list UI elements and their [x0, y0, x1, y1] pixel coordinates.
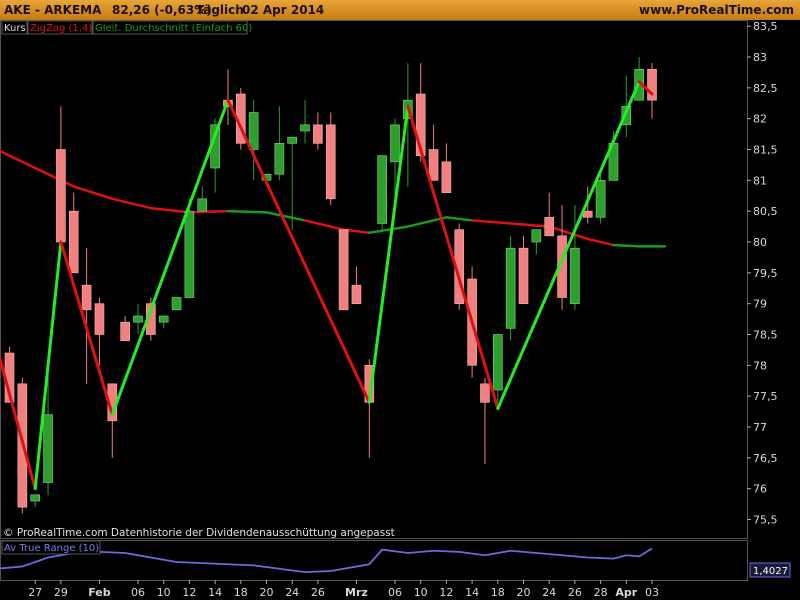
date-tick-label: 26	[568, 586, 582, 599]
moving-average-segment	[188, 209, 230, 214]
legend-ma: Gleit. Durchschnitt (Einfach 60)	[95, 23, 252, 34]
candle-body	[582, 210, 593, 218]
candle-body	[647, 69, 657, 101]
title-bar: AKE - ARKEMA 82,26 (-0,63%) Täglich 02 A…	[0, 0, 800, 21]
atr-last-value: 1,4027	[753, 566, 788, 577]
date-tick-label: 03	[645, 586, 659, 599]
candle-body	[518, 247, 529, 304]
candle-body	[43, 414, 53, 483]
price-tick-label: 81,5	[753, 144, 778, 157]
date-tick-label: 20	[517, 586, 531, 599]
price-tick-label: 80,5	[753, 205, 778, 218]
price-tick-label: 77,5	[753, 390, 778, 403]
chart-legend: Kurs ZigZag (1,4) Gleit. Durchschnitt (E…	[1, 20, 252, 35]
candle-body	[325, 124, 336, 200]
candle-body	[133, 315, 143, 323]
date-tick-label: 14	[465, 586, 479, 599]
price-tick-label: 79	[753, 298, 767, 311]
date-tick-label: 28	[594, 586, 608, 599]
legend-zigzag: ZigZag (1,4)	[30, 23, 92, 34]
chart-window: AKE - ARKEMA 82,26 (-0,63%) Täglich 02 A…	[0, 0, 800, 600]
price-tick-label: 82	[753, 113, 767, 126]
date-tick-label: 06	[388, 586, 402, 599]
price-tick-label: 78,5	[753, 329, 778, 342]
date-tick-label: 12	[439, 586, 453, 599]
date-tick-label: Mrz	[345, 586, 368, 599]
candle-body	[313, 124, 323, 144]
date-label: 02 Apr 2014	[242, 3, 325, 17]
site-label: www.ProRealTime.com	[639, 3, 794, 17]
price-tick-label: 82,5	[753, 82, 778, 95]
date-tick-label: 12	[182, 586, 196, 599]
candle-body	[56, 149, 66, 243]
candle-body	[68, 210, 79, 274]
price-tick-label: 83,5	[753, 20, 778, 33]
candle-body	[480, 383, 490, 403]
date-tick-label: 14	[208, 586, 222, 599]
candle-body	[377, 155, 387, 224]
date-tick-label: 26	[311, 586, 325, 599]
price-tick-label: 80	[753, 236, 767, 249]
atr-value-badge: 1,4027	[749, 562, 791, 578]
price-tick-label: 83	[753, 51, 767, 64]
price-tick-label: 81	[753, 174, 767, 187]
candle-body	[351, 284, 362, 304]
candle-body	[248, 112, 259, 150]
candle-body	[287, 136, 298, 144]
moving-average-segment	[226, 209, 268, 214]
candle-body	[570, 247, 580, 304]
price-tick-label: 79,5	[753, 267, 778, 280]
price-tick-label: 76	[753, 483, 767, 496]
candle-body	[300, 124, 310, 132]
candle-body	[505, 247, 516, 329]
candle-body	[428, 149, 439, 181]
candle-body	[94, 303, 105, 335]
legend-kurs: Kurs	[4, 23, 26, 34]
date-tick-label: 27	[28, 586, 42, 599]
date-tick-label: 29	[54, 586, 68, 599]
candle-body	[390, 124, 400, 163]
date-tick-label: 20	[260, 586, 274, 599]
candle-body	[158, 315, 169, 323]
date-tick-label: Feb	[88, 586, 111, 599]
candle-body	[30, 494, 41, 502]
date-tick-label: 10	[414, 586, 428, 599]
moving-average-segment	[612, 243, 641, 248]
candle-body	[274, 143, 285, 175]
price-tick-label: 75,5	[753, 514, 778, 527]
symbol-label: AKE - ARKEMA	[4, 3, 102, 17]
date-tick-label: Apr	[615, 586, 637, 599]
candle-body	[197, 198, 208, 212]
candle-body	[492, 334, 503, 391]
atr-legend-label: Av True Range (10)	[4, 543, 99, 554]
period-label: Täglich	[196, 3, 244, 17]
price-tick-label: 78	[753, 359, 767, 372]
candle-body	[184, 210, 195, 298]
candle-body	[120, 321, 130, 341]
candle-body	[338, 229, 349, 311]
atr-legend: Av True Range (10)	[1, 540, 101, 555]
candle-body	[171, 297, 182, 311]
candle-body	[441, 161, 452, 193]
candle-body	[531, 229, 542, 243]
candle-body	[81, 284, 92, 311]
price-tick-label: 77	[753, 421, 767, 434]
price-chart[interactable]: 75,5 76 76,5 77 77,5 78 78,5 79 79,5 80 80,5 81 81,5…	[0, 20, 800, 600]
date-tick-label: 24	[285, 586, 299, 599]
date-tick-label: 06	[131, 586, 145, 599]
candle-body	[595, 180, 606, 218]
date-tick-label: 10	[157, 586, 171, 599]
candle-body	[544, 217, 555, 237]
date-tick-label: 18	[234, 586, 248, 599]
price-tick-label: 76,5	[753, 452, 778, 465]
date-tick-label: 24	[542, 586, 556, 599]
footer-note: © ProRealTime.com Datenhistorie der Divi…	[3, 527, 395, 539]
date-tick-label: 18	[491, 586, 505, 599]
